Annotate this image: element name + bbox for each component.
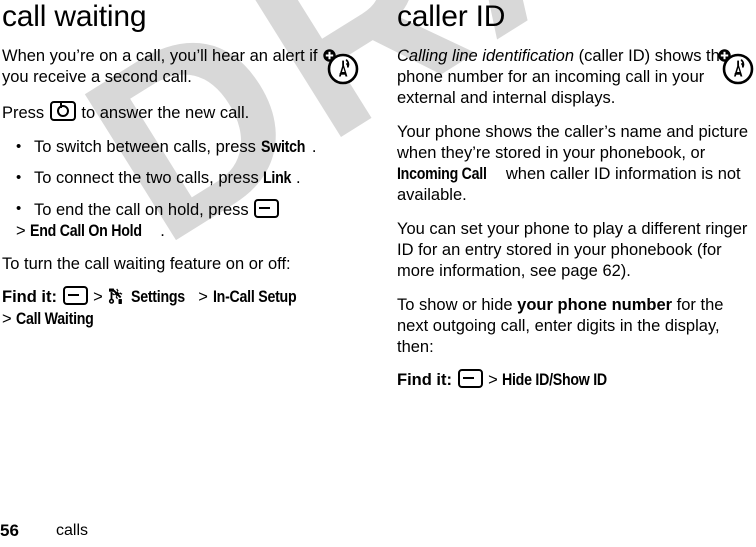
- find-it-call-waiting: Find it: > Settings > In-Call Setup > Ca…: [2, 286, 320, 330]
- manual-page: call waiting When you’re on a call, you’…: [0, 0, 756, 547]
- bullet-text-suffix: .: [296, 169, 301, 187]
- list-item: To end the call on hold, press > End Cal…: [2, 198, 320, 242]
- page-footer: 56 calls: [0, 517, 756, 541]
- find-it-label: Find it:: [2, 288, 57, 306]
- show-hide-number-paragraph: To show or hide your phone number for th…: [397, 295, 752, 358]
- network-indicator-icon: [322, 47, 362, 87]
- bullet-text-prefix: To end the call on hold, press: [34, 201, 254, 219]
- find-it-label: Find it:: [397, 371, 452, 389]
- menu-path-separator: >: [16, 222, 26, 240]
- caller-id-display-paragraph: Your phone shows the caller’s name and p…: [397, 122, 752, 206]
- paragraph-part-a: Your phone shows the caller’s name and p…: [397, 123, 749, 162]
- list-item: To connect the two calls, press Link.: [2, 167, 320, 189]
- chapter-name: calls: [56, 522, 89, 539]
- call-waiting-intro-paragraph: When you’re on a call, you’ll hear an al…: [2, 47, 318, 86]
- menu-item-call-waiting: Call Waiting: [16, 310, 94, 328]
- menu-path-separator: >: [2, 310, 12, 328]
- menu-path-separator: >: [488, 371, 498, 389]
- list-item: To switch between calls, press Switch.: [2, 136, 320, 158]
- settings-tools-icon: [108, 288, 124, 305]
- page-title-caller-id: caller ID: [397, 0, 506, 33]
- press-suffix-label: to answer the new call.: [81, 104, 250, 122]
- menu-path-separator: >: [198, 288, 208, 306]
- right-column: caller ID Calling line identification (c…: [397, 0, 752, 404]
- menu-item-hide-id-show-id: Hide ID/Show ID: [502, 371, 608, 389]
- page-number: 56: [0, 521, 19, 540]
- display-label-incoming-call: Incoming Call: [397, 165, 487, 183]
- menu-key-icon: [62, 286, 88, 305]
- menu-item-end-call-on-hold: End Call On Hold: [30, 222, 142, 240]
- softkey-label-link: Link: [263, 169, 292, 187]
- bullet-continuation: > End Call On Hold.: [16, 221, 320, 242]
- term-calling-line-identification: Calling line identification: [397, 47, 575, 65]
- ringer-id-paragraph: You can set your phone to play a differe…: [397, 220, 748, 280]
- find-it-hide-show-id: Find it: > Hide ID/Show ID: [397, 369, 752, 391]
- bullet-text-suffix: .: [311, 138, 317, 156]
- bullet-text-prefix: To switch between calls, press: [34, 138, 261, 156]
- call-waiting-toggle-paragraph: To turn the call waiting feature on or o…: [2, 255, 291, 273]
- left-column: call waiting When you’re on a call, you’…: [2, 0, 320, 343]
- emphasis-your-phone-number: your phone number: [517, 296, 673, 314]
- menu-item-settings: Settings: [131, 288, 185, 306]
- caller-id-definition-paragraph: Calling line identification (caller ID) …: [397, 46, 752, 109]
- menu-path-separator: >: [93, 288, 103, 306]
- network-indicator-icon: [717, 47, 756, 87]
- paragraph-part-a: To show or hide: [397, 296, 518, 314]
- softkey-label-switch: Switch: [260, 138, 305, 156]
- bullet-text-prefix: To connect the two calls, press: [34, 169, 264, 187]
- page-title-call-waiting: call waiting: [2, 0, 147, 33]
- menu-key-icon: [457, 369, 483, 388]
- send-key-icon: [49, 101, 76, 121]
- menu-item-in-call-setup: In-Call Setup: [212, 288, 297, 306]
- call-waiting-bullet-list: To switch between calls, press Switch. T…: [2, 136, 320, 242]
- press-label: Press: [2, 104, 45, 122]
- bullet-text-suffix: .: [160, 222, 165, 240]
- menu-key-icon: [254, 199, 280, 218]
- answer-call-instruction: Press to answer the new call.: [2, 101, 320, 124]
